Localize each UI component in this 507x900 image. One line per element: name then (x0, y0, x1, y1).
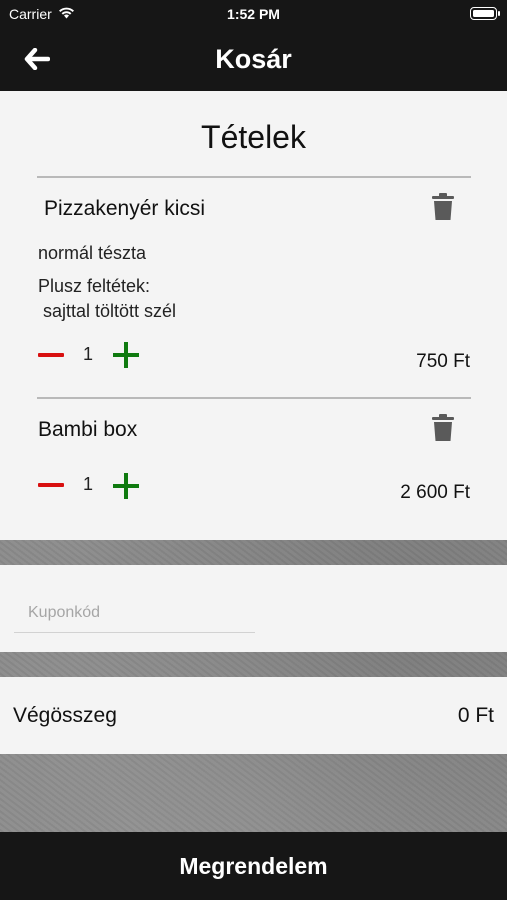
increase-quantity-button[interactable] (113, 342, 139, 368)
page-title: Kosár (215, 44, 292, 74)
trash-icon[interactable] (431, 414, 455, 442)
divider (37, 176, 471, 178)
cart-title: Tételek (201, 119, 306, 155)
cart-item-detail: sajttal töltött szél (38, 301, 177, 321)
total-card: Végösszeg 0 Ft (0, 677, 507, 754)
cart-item-detail: normál tészta (38, 243, 147, 263)
status-time: 1:52 PM (227, 6, 280, 22)
cart-item-price: 750 Ft (416, 351, 470, 372)
decrease-quantity-button[interactable] (38, 353, 64, 357)
decrease-quantity-button[interactable] (38, 483, 64, 487)
status-bar: Carrier 1:52 PM (0, 0, 507, 28)
quantity-value: 1 (82, 474, 93, 494)
cart-card: Tételek Pizzakenyér kicsi normál tészta … (0, 91, 507, 540)
battery-icon (470, 7, 500, 20)
quantity-value: 1 (82, 344, 93, 364)
cart-item-name: Bambi box (38, 418, 138, 441)
cart-item-detail: Plusz feltétek: (38, 276, 151, 296)
total-label: Végösszeg (13, 704, 117, 727)
place-order-button[interactable]: Megrendelem (0, 832, 507, 900)
trash-icon[interactable] (431, 193, 455, 221)
navigation-bar: Kosár (0, 28, 507, 91)
coupon-card (0, 565, 507, 652)
cart-item-name: Pizzakenyér kicsi (44, 197, 206, 220)
increase-quantity-button[interactable] (113, 473, 139, 499)
battery-level (472, 9, 494, 17)
coupon-code-input[interactable] (14, 593, 255, 633)
divider (37, 397, 471, 399)
total-value: 0 Ft (457, 704, 494, 727)
cart-item-price: 2 600 Ft (400, 482, 470, 503)
